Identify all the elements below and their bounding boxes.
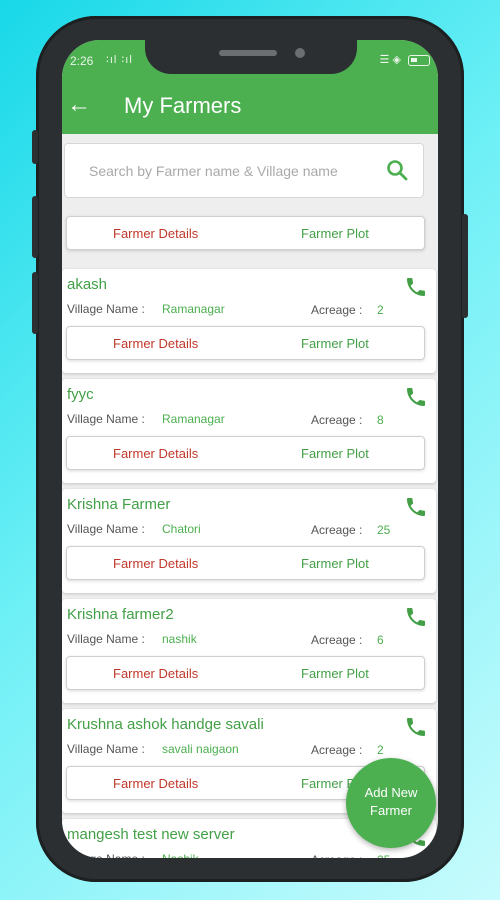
farmer-plot-button[interactable]: Farmer Plot: [301, 336, 369, 351]
acreage-value: 25: [377, 853, 390, 858]
acreage-label-text: Acreage: [311, 413, 356, 427]
farmer-name: Krishna farmer2: [67, 606, 174, 623]
acreage-label: Acreage :: [311, 303, 363, 317]
village-label: Village Name :: [67, 632, 145, 646]
search-box[interactable]: Search by Farmer name & Village name: [64, 143, 424, 198]
farmer-card[interactable]: akash Village Name : Ramanagar Acreage :…: [62, 269, 436, 373]
acreage-label-text: Acreage: [311, 853, 356, 858]
village-value: Nashik: [162, 852, 199, 858]
acreage-label-text: Acreage: [311, 523, 356, 537]
speaker-grille: [219, 50, 277, 56]
add-new-farmer-label-2: Farmer: [370, 803, 412, 818]
acreage-value: 2: [377, 303, 384, 317]
acreage-label: Acreage :: [311, 633, 363, 647]
farmer-details-button[interactable]: Farmer Details: [113, 226, 198, 241]
farmer-name: Krushna ashok handge savali: [67, 716, 264, 733]
village-label: Village Name :: [67, 302, 145, 316]
page-title: My Farmers: [124, 93, 242, 118]
farmer-name: mangesh test new server: [67, 826, 235, 843]
top-button-row: Farmer Details Farmer Plot: [66, 216, 425, 250]
acreage-label: Acreage :: [311, 853, 362, 858]
search-icon[interactable]: [385, 158, 409, 182]
phone-call-icon[interactable]: [404, 275, 428, 299]
phone-power-button: [462, 214, 468, 318]
phone-side-button: [32, 130, 38, 164]
village-label: Village Name :: [67, 522, 145, 536]
acreage-label: Acreage :: [311, 413, 363, 427]
acreage-label-text: Acreage: [311, 743, 356, 757]
farmer-card[interactable]: Krishna Farmer Village Name : Chatori Ac…: [62, 489, 436, 593]
phone-call-icon[interactable]: [404, 605, 428, 629]
village-label-text: Village Name: [67, 742, 139, 756]
phone-volume-up-button: [32, 196, 38, 258]
acreage-label: Acreage :: [311, 743, 363, 757]
acreage-value: 8: [377, 413, 384, 427]
card-button-row: Farmer Details Farmer Plot: [66, 326, 425, 360]
signal-icon: ∶ıl ∶ıl: [106, 54, 133, 66]
farmer-details-button[interactable]: Farmer Details: [113, 336, 198, 351]
farmer-details-button[interactable]: Farmer Details: [113, 776, 198, 791]
village-value: Ramanagar: [162, 302, 225, 316]
farmer-plot-button[interactable]: Farmer Plot: [301, 226, 369, 241]
farmer-details-button[interactable]: Farmer Details: [113, 556, 198, 571]
screen: 2:26 ∶ıl ∶ıl ☰ ◈ ← My Farmers Search by …: [62, 40, 438, 858]
village-label: Village Name :: [67, 852, 145, 858]
status-right-icons: ☰ ◈: [380, 53, 430, 66]
farmer-plot-button[interactable]: Farmer Plot: [301, 556, 369, 571]
card-button-row: Farmer Details Farmer Plot: [66, 436, 425, 470]
phone-call-icon[interactable]: [404, 715, 428, 739]
card-button-row: Farmer Details Farmer Plot: [66, 546, 425, 580]
card-button-row: Farmer Details Farmer Plot: [66, 656, 425, 690]
add-new-farmer-label-1: Add New: [364, 785, 418, 800]
village-label-text: Village Name: [67, 412, 139, 426]
battery-icon: [408, 54, 430, 66]
village-value: Chatori: [162, 522, 201, 536]
village-value: savali naigaon: [162, 742, 239, 756]
farmer-name: akash: [67, 276, 108, 293]
village-label-text: Village Name: [67, 852, 138, 858]
arrow-left-icon[interactable]: ←: [66, 92, 92, 118]
farmer-card[interactable]: Krishna farmer2 Village Name : nashik Ac…: [62, 599, 436, 703]
village-value: Ramanagar: [162, 412, 225, 426]
farmer-details-button[interactable]: Farmer Details: [113, 446, 198, 461]
phone-volume-down-button: [32, 272, 38, 334]
phone-notch: [145, 40, 357, 74]
village-label-text: Village Name: [67, 632, 139, 646]
status-time: 2:26: [70, 54, 94, 68]
village-label: Village Name :: [67, 412, 145, 426]
phone-call-icon[interactable]: [404, 495, 428, 519]
farmer-plot-button[interactable]: Farmer Plot: [301, 446, 369, 461]
farmer-name: fyyc: [67, 386, 94, 403]
wifi-icon: ☰ ◈: [379, 54, 401, 66]
farmer-name: Krishna Farmer: [67, 496, 171, 513]
acreage-label-text: Acreage: [311, 633, 356, 647]
acreage-label-text: Acreage: [311, 303, 356, 317]
farmer-details-button[interactable]: Farmer Details: [113, 666, 198, 681]
village-label-text: Village Name: [67, 302, 139, 316]
village-label-text: Village Name: [67, 522, 139, 536]
front-camera: [295, 48, 305, 58]
search-input[interactable]: Search by Farmer name & Village name: [89, 163, 338, 179]
acreage-value: 2: [377, 743, 384, 757]
village-value: nashik: [162, 632, 197, 646]
add-new-farmer-button[interactable]: Add New Farmer: [346, 758, 436, 848]
phone-call-icon[interactable]: [404, 385, 428, 409]
acreage-value: 6: [377, 633, 384, 647]
farmer-plot-button[interactable]: Farmer Plot: [301, 666, 369, 681]
village-label: Village Name :: [67, 742, 145, 756]
acreage-label: Acreage :: [311, 523, 363, 537]
farmer-card[interactable]: fyyc Village Name : Ramanagar Acreage : …: [62, 379, 436, 483]
acreage-value: 25: [377, 523, 391, 537]
app-bar: ← My Farmers: [62, 80, 438, 134]
